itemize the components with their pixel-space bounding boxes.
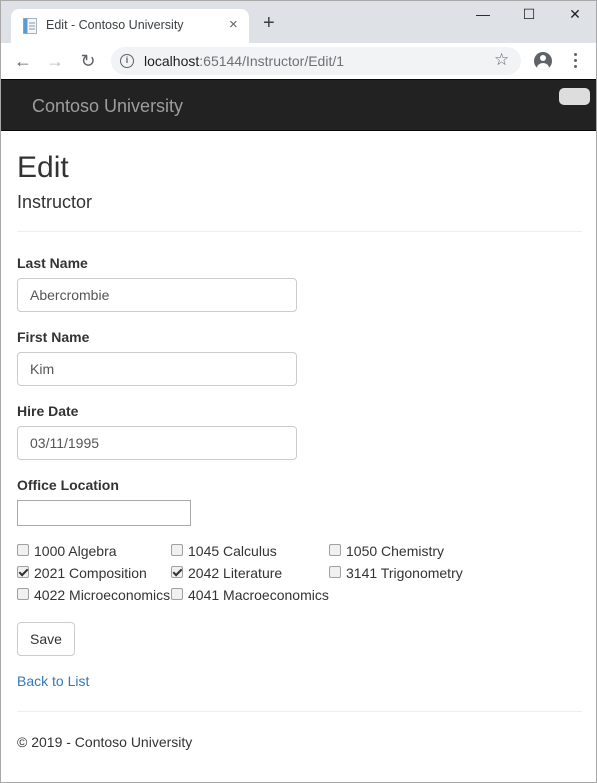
back-arrow-icon[interactable]: ← — [11, 49, 35, 73]
course-checkbox[interactable]: 2021 Composition — [17, 565, 147, 581]
tab-strip: Edit - Contoso University × + — ☐ ✕ — [1, 1, 596, 43]
checkbox[interactable] — [171, 588, 183, 600]
browser-tab[interactable]: Edit - Contoso University × — [11, 9, 249, 43]
course-label: 1000 Algebra — [34, 543, 117, 559]
divider — [17, 231, 582, 232]
checkbox[interactable] — [171, 566, 183, 578]
url-text[interactable]: localhost:65144/Instructor/Edit/1 — [144, 53, 344, 69]
document-icon — [23, 18, 37, 34]
bookmark-star-icon[interactable]: ☆ — [494, 50, 509, 70]
course-label: 4022 Microeconomics — [34, 587, 171, 603]
checkbox[interactable] — [171, 544, 183, 556]
footer-divider — [17, 711, 582, 712]
url-host: localhost — [144, 53, 200, 69]
course-checkbox[interactable]: 1000 Algebra — [17, 543, 117, 559]
course-label: 3141 Trigonometry — [346, 565, 463, 581]
footer-text: © 2019 - Contoso University — [17, 734, 193, 750]
site-navbar: Contoso University — [1, 79, 596, 131]
hire-date-input[interactable] — [17, 426, 297, 460]
save-button[interactable]: Save — [17, 622, 75, 656]
address-bar[interactable]: i localhost:65144/Instructor/Edit/1 ☆ — [111, 47, 521, 75]
office-location-input[interactable] — [17, 500, 191, 526]
url-path: :65144/Instructor/Edit/1 — [199, 53, 345, 69]
kebab-menu-icon[interactable] — [569, 51, 583, 71]
office-location-label: Office Location — [17, 477, 119, 493]
course-checkbox[interactable]: 4041 Macroeconomics — [171, 587, 329, 603]
browser-window: Edit - Contoso University × + — ☐ ✕ ← → … — [0, 0, 597, 783]
close-window-icon[interactable]: ✕ — [560, 6, 590, 26]
navbar-toggle-button[interactable] — [559, 88, 590, 105]
first-name-label: First Name — [17, 329, 90, 345]
course-checkbox[interactable]: 3141 Trigonometry — [329, 565, 463, 581]
course-checkbox[interactable]: 2042 Literature — [171, 565, 282, 581]
info-icon[interactable]: i — [120, 54, 134, 68]
first-name-input[interactable] — [17, 352, 297, 386]
browser-toolbar: ← → ↻ i localhost:65144/Instructor/Edit/… — [1, 43, 596, 79]
course-checkbox[interactable]: 1050 Chemistry — [329, 543, 444, 559]
new-tab-button[interactable]: + — [263, 13, 275, 33]
course-checkbox[interactable]: 4022 Microeconomics — [17, 587, 170, 603]
course-label: 2042 Literature — [188, 565, 283, 581]
checkbox[interactable] — [17, 544, 29, 556]
last-name-label: Last Name — [17, 255, 88, 271]
minimize-icon[interactable]: — — [468, 6, 498, 26]
forward-arrow-icon[interactable]: → — [43, 49, 67, 73]
close-tab-icon[interactable]: × — [229, 16, 238, 33]
course-checkbox[interactable]: 1045 Calculus — [171, 543, 277, 559]
hire-date-label: Hire Date — [17, 403, 79, 419]
course-label: 4041 Macroeconomics — [188, 587, 329, 603]
checkbox[interactable] — [329, 566, 341, 578]
page-subtitle: Instructor — [17, 192, 93, 212]
page-title: Edit — [17, 151, 69, 184]
checkbox[interactable] — [17, 566, 29, 578]
checkbox[interactable] — [329, 544, 341, 556]
tab-title: Edit - Contoso University — [46, 18, 184, 32]
reload-icon[interactable]: ↻ — [76, 49, 100, 73]
back-to-list-link[interactable]: Back to List — [17, 673, 89, 689]
brand-link[interactable]: Contoso University — [32, 96, 183, 117]
profile-icon[interactable] — [534, 52, 552, 70]
course-label: 1045 Calculus — [188, 543, 277, 559]
checkbox[interactable] — [17, 588, 29, 600]
maximize-icon[interactable]: ☐ — [514, 6, 544, 26]
last-name-input[interactable] — [17, 278, 297, 312]
course-label: 1050 Chemistry — [346, 543, 445, 559]
course-label: 2021 Composition — [34, 565, 147, 581]
